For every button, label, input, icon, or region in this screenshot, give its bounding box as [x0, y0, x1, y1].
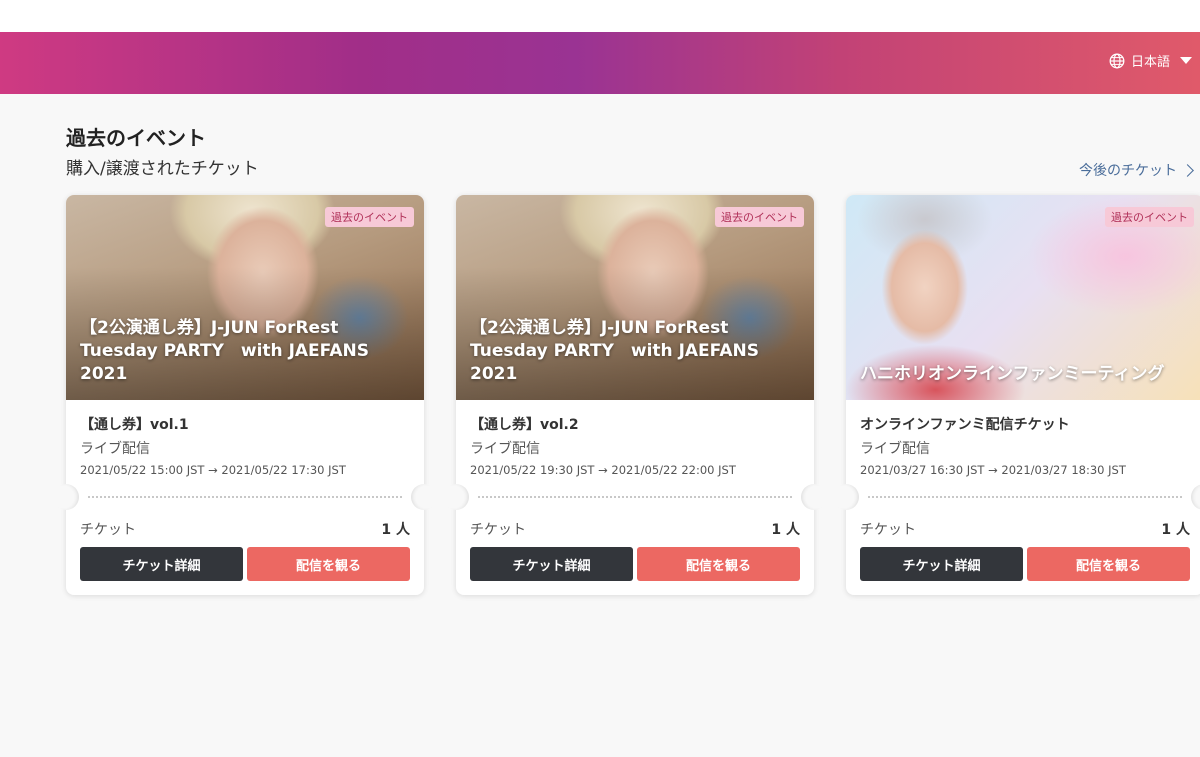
perforation-divider	[868, 496, 1182, 498]
caret-down-icon	[1180, 57, 1192, 64]
event-card[interactable]: 過去のイベント ハニホリオンラインファンミーティング オンラインファンミ配信チケ…	[833, 195, 1200, 595]
ticket-name: 【通し券】vol.2	[470, 417, 579, 433]
quantity-label: チケット	[470, 522, 526, 538]
event-title: 【2公演通し券】J-JUN ForRest Tuesday PARTY with…	[80, 318, 369, 384]
event-thumbnail[interactable]: 過去のイベント 【2公演通し券】J-JUN ForRest Tuesday PA…	[66, 195, 424, 400]
event-title: ハニホリオンラインファンミーティング	[860, 364, 1165, 384]
top-strip	[0, 0, 1200, 32]
ticket-date: 2021/05/22 15:00 JST → 2021/05/22 17:30 …	[80, 463, 346, 477]
ticket-type: ライブ配信	[470, 441, 540, 457]
ticket-detail-button[interactable]: チケット詳細	[860, 547, 1023, 581]
ticket-name: オンラインファンミ配信チケット	[860, 417, 1070, 433]
ticket-notch	[833, 484, 859, 510]
event-title: 【2公演通し券】J-JUN ForRest Tuesday PARTY with…	[470, 318, 759, 384]
event-card[interactable]: 過去のイベント 【2公演通し券】J-JUN ForRest Tuesday PA…	[53, 195, 437, 595]
ticket-type: ライブ配信	[860, 441, 930, 457]
ticket-notch	[1191, 484, 1200, 510]
ticket-detail-button[interactable]: チケット詳細	[470, 547, 633, 581]
past-event-badge: 過去のイベント	[1105, 207, 1194, 227]
language-label: 日本語	[1130, 55, 1170, 70]
globe-icon	[1109, 53, 1125, 68]
quantity-value: 1 人	[381, 522, 410, 538]
past-event-badge: 過去のイベント	[715, 207, 804, 227]
upcoming-tickets-link[interactable]: 今後のチケット	[1079, 160, 1200, 180]
page-title: 過去のイベント	[66, 126, 206, 150]
ticket-notch	[801, 484, 827, 510]
watch-stream-button[interactable]: 配信を観る	[247, 547, 410, 581]
watch-stream-button[interactable]: 配信を観る	[1027, 547, 1190, 581]
header-banner: 日本語	[0, 32, 1200, 94]
ticket-notch	[53, 484, 79, 510]
language-selector[interactable]: 日本語	[1109, 51, 1192, 70]
ticket-type: ライブ配信	[80, 441, 150, 457]
perforation-divider	[478, 496, 792, 498]
quantity-value: 1 人	[1161, 522, 1190, 538]
quantity-value: 1 人	[771, 522, 800, 538]
event-thumbnail[interactable]: 過去のイベント ハニホリオンラインファンミーティング	[846, 195, 1200, 400]
ticket-notch	[443, 484, 469, 510]
ticket-notch	[411, 484, 437, 510]
upcoming-tickets-label: 今後のチケット	[1079, 163, 1177, 179]
quantity-label: チケット	[860, 522, 916, 538]
watch-stream-button[interactable]: 配信を観る	[637, 547, 800, 581]
past-event-badge: 過去のイベント	[325, 207, 414, 227]
event-card[interactable]: 過去のイベント 【2公演通し券】J-JUN ForRest Tuesday PA…	[443, 195, 827, 595]
chevron-right-icon	[1181, 163, 1194, 177]
ticket-date: 2021/05/22 19:30 JST → 2021/05/22 22:00 …	[470, 463, 736, 477]
ticket-date: 2021/03/27 16:30 JST → 2021/03/27 18:30 …	[860, 463, 1126, 477]
ticket-name: 【通し券】vol.1	[80, 417, 189, 433]
perforation-divider	[88, 496, 402, 498]
event-thumbnail[interactable]: 過去のイベント 【2公演通し券】J-JUN ForRest Tuesday PA…	[456, 195, 814, 400]
quantity-label: チケット	[80, 522, 136, 538]
page-subtitle: 購入/譲渡されたチケット	[66, 159, 259, 179]
ticket-detail-button[interactable]: チケット詳細	[80, 547, 243, 581]
